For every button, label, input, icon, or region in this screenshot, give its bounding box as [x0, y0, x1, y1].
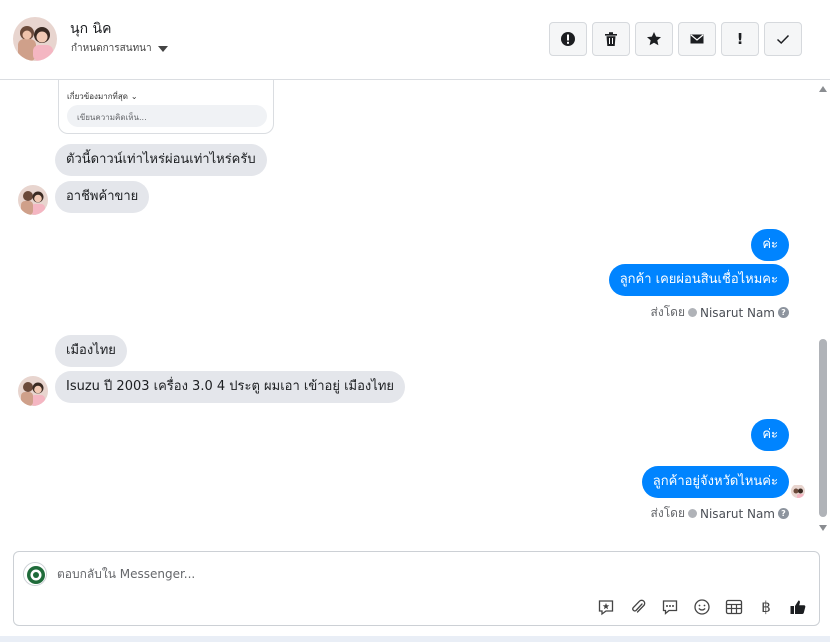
emoji-button[interactable]	[691, 596, 713, 618]
scrollbar-thumb[interactable]	[819, 339, 827, 517]
agent-name[interactable]: Nisarut Nam	[700, 306, 775, 320]
payment-button[interactable]: ฿	[755, 596, 777, 618]
scroll-up-arrow-icon[interactable]	[819, 86, 827, 92]
sender-avatar	[18, 185, 48, 215]
trash-icon	[605, 32, 617, 46]
incoming-message: เมืองไทย	[55, 335, 127, 367]
table-button[interactable]	[723, 596, 745, 618]
saved-reply-button[interactable]	[595, 596, 617, 618]
incoming-message: ตัวนี้ดาวน์เท่าไหร่ผ่อนเท่าไหร่ครับ	[55, 144, 267, 176]
attach-button[interactable]	[627, 596, 649, 618]
outgoing-message: ลูกค้าอยู่จังหวัดไหนค่ะ	[641, 466, 789, 498]
sender-avatar	[18, 376, 48, 406]
attachment-icon	[632, 599, 646, 613]
sent-by-info: ส่งโดย Nisarut Nam ?	[651, 504, 789, 523]
quick-reply-button[interactable]	[659, 596, 681, 618]
mark-unread-button[interactable]	[678, 22, 716, 56]
mark-done-button[interactable]	[764, 22, 802, 56]
thread-scrollbar[interactable]	[816, 80, 830, 540]
outgoing-message: ลูกค้า เคยผ่อนสินเชื่อไหมคะ	[608, 264, 789, 296]
assign-conversation-dropdown[interactable]: กำหนดการสนทนา	[71, 41, 168, 56]
help-icon[interactable]: ?	[778, 307, 789, 318]
check-icon	[776, 34, 790, 45]
table-icon	[725, 599, 743, 615]
emoji-icon	[694, 599, 710, 615]
seen-avatar	[791, 484, 805, 498]
chevron-down-icon: ⌄	[130, 92, 138, 101]
agent-icon	[688, 509, 697, 518]
star-icon	[647, 32, 661, 46]
reply-input[interactable]	[57, 564, 797, 584]
envelope-icon	[690, 34, 704, 44]
comment-sort-dropdown[interactable]: เกี่ยวข้องมากที่สุด ⌄	[67, 90, 138, 103]
follow-up-button[interactable]: !	[721, 22, 759, 56]
message-thread[interactable]: เกี่ยวข้องมากที่สุด ⌄ เขียนความคิดเห็น..…	[0, 80, 830, 540]
composer-toolbar: ฿	[595, 596, 809, 618]
comment-sort-label: เกี่ยวข้องมากที่สุด	[67, 92, 128, 101]
outgoing-message: ค่ะ	[751, 229, 789, 261]
agent-icon	[688, 308, 697, 317]
sent-by-label: ส่งโดย	[650, 305, 685, 319]
sent-by-info: ส่งโดย Nisarut Nam ?	[651, 303, 789, 322]
agent-name[interactable]: Nisarut Nam	[700, 507, 775, 521]
help-icon[interactable]: ?	[778, 508, 789, 519]
incoming-message: Isuzu ปี 2003 เครื่อง 3.0 4 ประตู ผมเอา …	[55, 371, 406, 403]
conversation-header: นุก นิค กำหนดการสนทนา !	[0, 0, 830, 80]
sent-by-label: ส่งโดย	[650, 506, 685, 520]
contact-name[interactable]: นุก นิค	[70, 18, 111, 40]
star-button[interactable]	[635, 22, 673, 56]
caret-down-icon	[157, 45, 168, 52]
chat-bubble-icon	[662, 600, 678, 615]
report-spam-button[interactable]	[549, 22, 587, 56]
saved-reply-icon	[598, 600, 614, 616]
like-button[interactable]	[787, 596, 809, 618]
contact-avatar[interactable]	[13, 17, 57, 61]
like-icon	[790, 600, 806, 614]
incoming-message: อาชีพค้าขาย	[55, 181, 150, 213]
delete-button[interactable]	[592, 22, 630, 56]
reply-composer: ฿	[13, 551, 820, 626]
baht-icon: ฿	[761, 598, 771, 616]
post-preview-card: เกี่ยวข้องมากที่สุด ⌄ เขียนความคิดเห็น..…	[58, 80, 274, 134]
page-avatar	[23, 562, 47, 586]
comment-input[interactable]: เขียนความคิดเห็น...	[67, 105, 267, 127]
assign-label: กำหนดการสนทนา	[71, 43, 152, 54]
alert-circle-icon	[561, 32, 575, 46]
exclamation-icon: !	[736, 30, 744, 48]
header-actions: !	[549, 22, 802, 56]
scroll-down-arrow-icon[interactable]	[819, 525, 827, 531]
outgoing-message: ค่ะ	[751, 419, 789, 451]
bottom-divider	[0, 636, 830, 642]
